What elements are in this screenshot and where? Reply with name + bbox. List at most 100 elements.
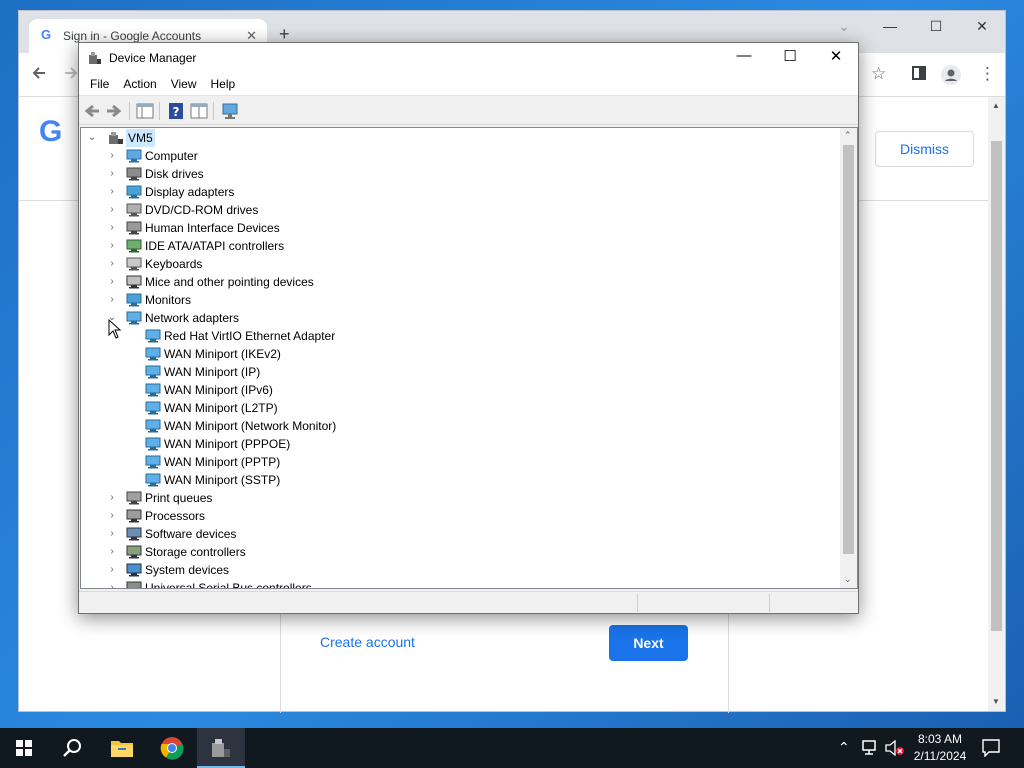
- tree-device-label: Red Hat VirtIO Ethernet Adapter: [164, 329, 336, 343]
- chrome-menu-icon[interactable]: ⋮: [979, 65, 996, 83]
- taskbar-device-manager[interactable]: [197, 728, 245, 768]
- toolbar-separator: [159, 102, 160, 120]
- chevron-down-icon[interactable]: ⌄: [87, 129, 97, 147]
- dm-minimize-button[interactable]: —: [721, 47, 767, 64]
- side-panel-icon[interactable]: [911, 65, 927, 85]
- tree-device-label: WAN Miniport (IPv6): [164, 383, 273, 397]
- clock-time: 8:03 AM: [917, 732, 963, 746]
- taskbar-chrome[interactable]: [148, 728, 196, 768]
- chevron-right-icon[interactable]: ›: [107, 561, 117, 579]
- network-adapter-icon: [145, 329, 161, 343]
- menu-help[interactable]: Help: [204, 73, 243, 95]
- chevron-right-icon[interactable]: ›: [107, 147, 117, 165]
- chevron-right-icon[interactable]: ›: [107, 219, 117, 237]
- scroll-up-icon[interactable]: ⌃: [844, 130, 852, 141]
- profile-avatar-icon[interactable]: [941, 65, 961, 89]
- dismiss-button[interactable]: Dismiss: [875, 131, 974, 167]
- new-tab-button[interactable]: +: [279, 25, 290, 43]
- properties-icon[interactable]: [190, 102, 208, 120]
- tree-device-label: WAN Miniport (IP): [164, 365, 261, 379]
- chrome-maximize-button[interactable]: ☐: [913, 11, 959, 43]
- chevron-right-icon[interactable]: ›: [107, 579, 117, 588]
- start-button[interactable]: [0, 728, 48, 768]
- chevron-right-icon[interactable]: ›: [107, 165, 117, 183]
- taskbar: ⌃ 8:03 AM 2/11/2024: [0, 728, 1024, 768]
- scroll-down-icon[interactable]: ⌄: [844, 574, 852, 585]
- card-border-left: [280, 611, 281, 713]
- chrome-window-controls: ⌄ — ☐ ✕: [821, 11, 1005, 43]
- network-adapter-icon: [145, 473, 161, 487]
- chrome-scrollbar[interactable]: ▲ ▼: [988, 97, 1005, 711]
- chevron-right-icon[interactable]: ›: [107, 525, 117, 543]
- menu-view[interactable]: View: [164, 73, 204, 95]
- device-manager-window: Device Manager — ☐ ✕ File Action View He…: [78, 42, 859, 614]
- forward-icon[interactable]: [105, 102, 123, 120]
- usb-icon: [126, 581, 142, 588]
- dm-close-button[interactable]: ✕: [813, 47, 859, 65]
- create-account-link[interactable]: Create account: [320, 634, 415, 650]
- chevron-right-icon[interactable]: ›: [107, 543, 117, 561]
- folder-icon: [111, 741, 133, 757]
- bookmark-star-icon[interactable]: ☆: [871, 65, 886, 83]
- system-clock[interactable]: 8:03 AM 2/11/2024: [900, 731, 980, 765]
- device-tree-scrollbar[interactable]: ⌃ ⌄: [840, 128, 857, 588]
- chevron-right-icon[interactable]: ›: [107, 291, 117, 309]
- tree-device-label: WAN Miniport (Network Monitor): [164, 419, 337, 433]
- storage-controller-icon: [126, 545, 142, 559]
- chevron-right-icon[interactable]: ›: [107, 183, 117, 201]
- notifications-icon[interactable]: [982, 739, 1000, 757]
- network-adapter-icon: [145, 437, 161, 451]
- help-icon[interactable]: ?: [167, 102, 185, 120]
- network-adapter-icon: [145, 383, 161, 397]
- tab-title: Sign in - Google Accounts: [63, 29, 202, 43]
- chrome-scroll-thumb[interactable]: [991, 141, 1002, 631]
- tree-category-label: Disk drives: [145, 167, 204, 181]
- device-tree[interactable]: ⌄ VM5 › Computer › Disk drives › Display adap…: [80, 127, 858, 589]
- dm-menubar: File Action View Help: [79, 73, 858, 95]
- scroll-up-icon[interactable]: ▲: [992, 101, 1000, 110]
- back-arrow-icon[interactable]: [31, 65, 47, 85]
- chrome-close-button[interactable]: ✕: [959, 11, 1005, 43]
- status-divider: [637, 594, 638, 612]
- tree-category-label: Display adapters: [145, 185, 235, 199]
- card-border-right: [728, 611, 729, 713]
- toolbar-separator: [129, 102, 130, 120]
- chevron-right-icon[interactable]: ›: [107, 201, 117, 219]
- dm-maximize-button[interactable]: ☐: [767, 47, 813, 65]
- dm-titlebar[interactable]: Device Manager — ☐ ✕: [79, 43, 858, 73]
- tab-search-button[interactable]: ⌄: [821, 11, 867, 43]
- tree-device-label: WAN Miniport (IKEv2): [164, 347, 281, 361]
- chrome-minimize-button[interactable]: —: [867, 11, 913, 43]
- chevron-right-icon[interactable]: ›: [107, 237, 117, 255]
- tree-device-label: WAN Miniport (PPTP): [164, 455, 281, 469]
- forward-arrow-icon[interactable]: [63, 65, 79, 85]
- network-adapter-icon: [145, 401, 161, 415]
- chevron-right-icon[interactable]: ›: [107, 507, 117, 525]
- computer-root-icon: [109, 132, 123, 144]
- chevron-right-icon[interactable]: ›: [107, 273, 117, 291]
- search-button[interactable]: [48, 728, 96, 768]
- search-icon: [63, 739, 81, 757]
- software-device-icon: [126, 527, 142, 541]
- network-adapter-icon: [145, 347, 161, 361]
- device-tree-scroll-thumb[interactable]: [843, 145, 854, 554]
- dm-toolbar: ?: [79, 95, 858, 125]
- back-icon[interactable]: [83, 102, 101, 120]
- next-button[interactable]: Next: [609, 625, 688, 661]
- scan-hardware-icon[interactable]: [221, 102, 239, 120]
- taskbar-file-explorer[interactable]: [98, 728, 146, 768]
- dvd-drive-icon: [126, 203, 142, 217]
- keyboard-icon: [126, 257, 142, 271]
- chevron-right-icon[interactable]: ›: [107, 255, 117, 273]
- chevron-right-icon[interactable]: ›: [107, 489, 117, 507]
- network-icon[interactable]: [862, 740, 880, 756]
- scroll-down-icon[interactable]: ▼: [992, 697, 1000, 706]
- chrome-icon: [160, 737, 184, 760]
- menu-file[interactable]: File: [83, 73, 116, 95]
- show-hidden-icons-chevron-icon[interactable]: ⌃: [838, 739, 850, 756]
- system-device-icon: [126, 563, 142, 577]
- show-hide-console-tree-icon[interactable]: [136, 102, 154, 120]
- processor-icon: [126, 509, 142, 523]
- mouse-icon: [126, 275, 142, 289]
- menu-action[interactable]: Action: [116, 73, 163, 95]
